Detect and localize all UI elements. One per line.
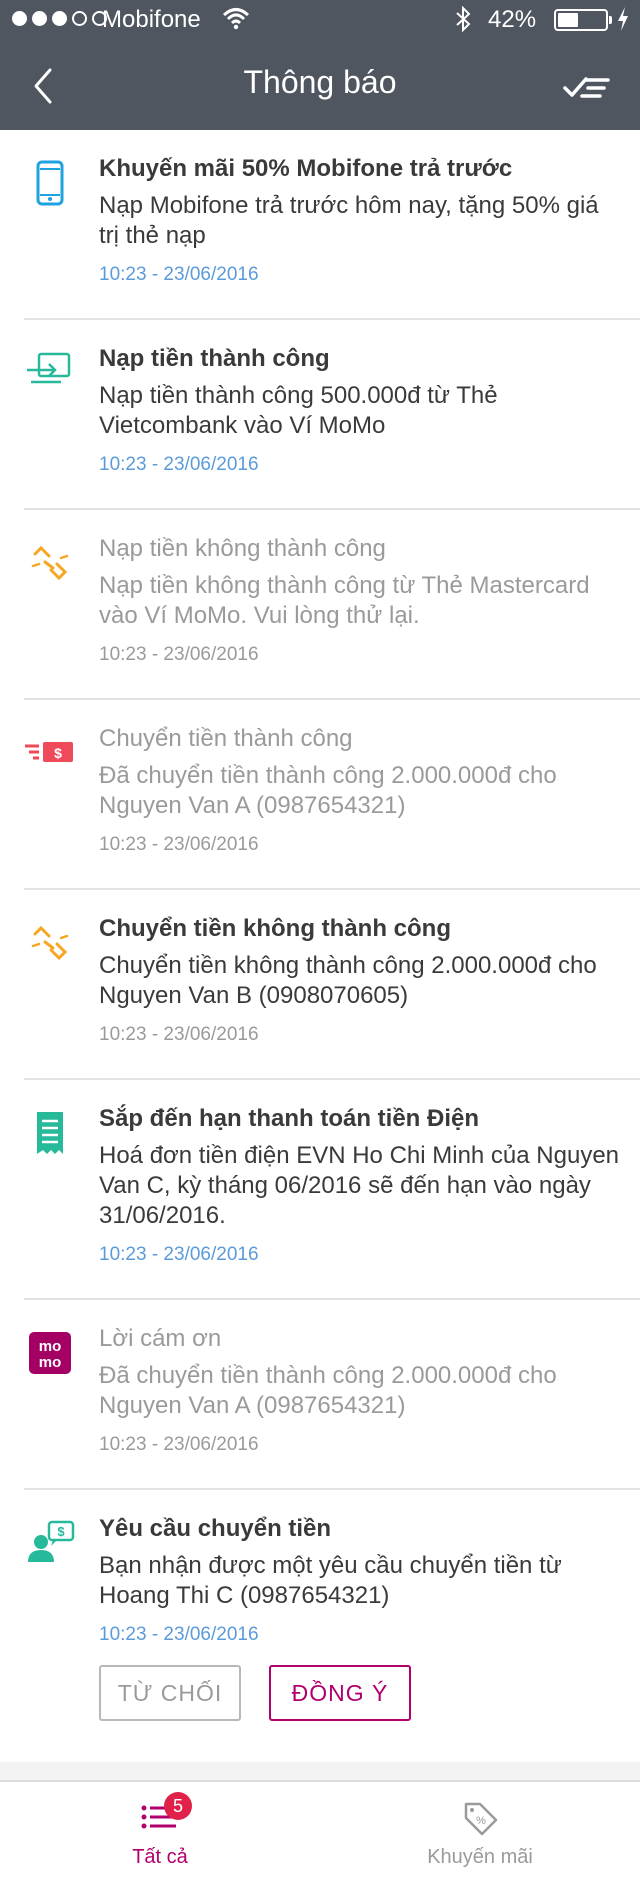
notification-title: Khuyến mãi 50% Mobifone trả trước [99, 155, 513, 182]
notification-title: Sắp đến hạn thanh toán tiền Điện [99, 1105, 480, 1132]
tab-all[interactable]: 5 Tất cả [0, 1782, 320, 1882]
momo-logo-icon: mo mo [25, 1328, 75, 1378]
notification-body: Nạp tiền không thành công từ Thẻ Masterc… [99, 572, 590, 629]
navigation-bar: Thông báo [0, 40, 640, 130]
notification-body: Nạp tiền thành công 500.000đ từ Thẻ Viet… [99, 382, 498, 439]
notification-item-money-request[interactable]: $ Yêu cầu chuyển tiền Bạn nhận được một … [0, 1490, 640, 1755]
phone-icon [25, 158, 75, 208]
notification-item[interactable]: Nạp tiền không thành công Nạp tiền không… [0, 510, 640, 700]
svg-text:$: $ [54, 745, 62, 761]
broken-link-icon [25, 918, 75, 968]
mark-all-read-button[interactable] [562, 68, 612, 104]
header: Mobifone 42% Thông báo [0, 0, 640, 130]
money-request-icon: $ [25, 1518, 75, 1568]
notification-title: Chuyển tiền thành công [99, 725, 353, 752]
notification-time: 10:23 - 23/06/2016 [99, 1244, 259, 1265]
notification-item[interactable]: $ Chuyển tiền thành công Đã chuyển tiền … [0, 700, 640, 890]
notification-list: Khuyến mãi 50% Mobifone trả trước Nạp Mo… [0, 130, 640, 1755]
notification-title: Nạp tiền thành công [99, 345, 330, 372]
svg-text:mo: mo [39, 1354, 62, 1371]
tab-promotions[interactable]: % Khuyến mãi [320, 1782, 640, 1882]
status-bar: Mobifone 42% [0, 0, 640, 40]
money-transfer-icon: $ [25, 728, 75, 778]
tab-bar: 5 Tất cả % Khuyến mãi [0, 1762, 640, 1882]
notification-body: Bạn nhận được một yêu cầu chuyển tiền từ… [99, 1552, 562, 1609]
carrier-name: Mobifone [102, 6, 201, 33]
signal-strength-icon [12, 11, 107, 26]
notification-item[interactable]: Sắp đến hạn thanh toán tiền Điện Hoá đơn… [0, 1080, 640, 1300]
notification-title: Nạp tiền không thành công [99, 535, 386, 562]
svg-text:mo: mo [39, 1338, 62, 1355]
notification-item[interactable]: Khuyến mãi 50% Mobifone trả trước Nạp Mo… [0, 130, 640, 320]
decline-button[interactable]: TỪ CHỐI [99, 1665, 241, 1721]
notification-body: Đã chuyển tiền thành công 2.000.000đ cho… [99, 762, 557, 819]
card-deposit-icon [25, 348, 75, 398]
notification-time: 10:23 - 23/06/2016 [99, 264, 259, 285]
tag-icon: % [460, 1800, 500, 1836]
notification-time: 10:23 - 23/06/2016 [99, 834, 259, 855]
unread-count-badge: 5 [164, 1792, 192, 1820]
notification-item[interactable]: mo mo Lời cám ơn Đã chuyển tiền thành côn… [0, 1300, 640, 1490]
notification-time: 10:23 - 23/06/2016 [99, 644, 259, 665]
battery-icon [554, 9, 612, 31]
broken-link-icon [25, 538, 75, 588]
svg-text:$: $ [57, 1524, 65, 1539]
notification-time: 10:23 - 23/06/2016 [99, 454, 259, 475]
notification-title: Yêu cầu chuyển tiền [99, 1515, 332, 1542]
notification-time: 10:23 - 23/06/2016 [99, 1624, 259, 1645]
bluetooth-icon [454, 5, 472, 39]
notification-item[interactable]: Chuyển tiền không thành công Chuyển tiền… [0, 890, 640, 1080]
battery-percent: 42% [488, 6, 537, 33]
notification-body: Nạp Mobifone trả trước hôm nay, tặng 50%… [99, 192, 599, 249]
notification-title: Lời cám ơn [99, 1325, 222, 1352]
charging-icon [616, 6, 630, 39]
tab-label: Khuyến mãi [427, 1846, 533, 1868]
request-actions: TỪ CHỐI ĐỒNG Ý [99, 1665, 620, 1721]
svg-text:%: % [476, 1815, 486, 1827]
page-title: Thông báo [243, 64, 397, 100]
notification-body: Hoá đơn tiền điện EVN Ho Chi Minh của Ng… [99, 1142, 620, 1229]
bill-icon [25, 1108, 75, 1158]
notification-body: Đã chuyển tiền thành công 2.000.000đ cho… [99, 1362, 557, 1419]
notification-time: 10:23 - 23/06/2016 [99, 1434, 259, 1455]
notification-time: 10:23 - 23/06/2016 [99, 1024, 259, 1045]
tab-label: Tất cả [132, 1846, 188, 1868]
notification-title: Chuyển tiền không thành công [99, 915, 451, 942]
notification-body: Chuyển tiền không thành công 2.000.000đ … [99, 952, 597, 1009]
notification-item[interactable]: Nạp tiền thành công Nạp tiền thành công … [0, 320, 640, 510]
accept-button[interactable]: ĐỒNG Ý [269, 1665, 411, 1721]
wifi-icon [222, 6, 250, 37]
